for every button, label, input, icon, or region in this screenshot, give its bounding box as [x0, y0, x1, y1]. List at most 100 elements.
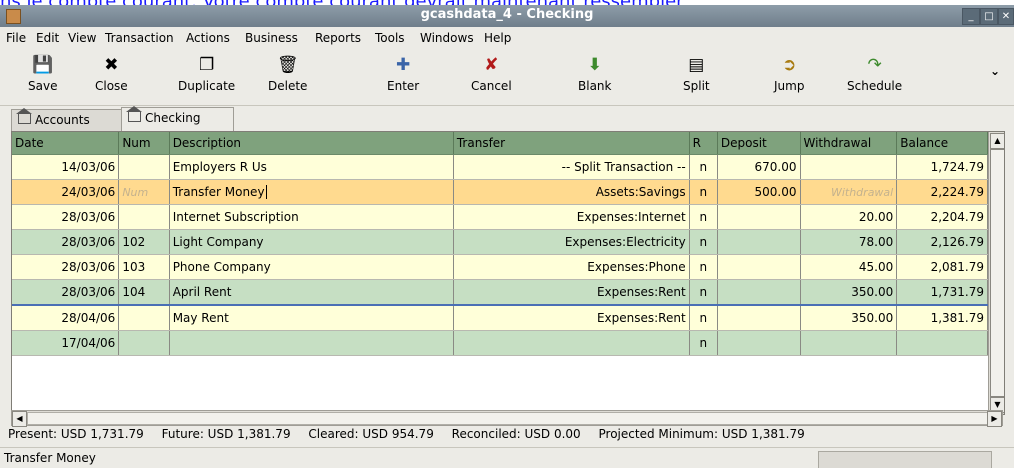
- table-row[interactable]: 28/03/06 102 Light Company Expenses:Elec…: [12, 229, 988, 255]
- hscroll-thumb[interactable]: [27, 412, 989, 425]
- menu-actions[interactable]: Actions: [186, 31, 230, 45]
- menu-reports[interactable]: Reports: [315, 31, 361, 45]
- menu-view[interactable]: View: [68, 31, 96, 45]
- cell-deposit[interactable]: [717, 330, 801, 356]
- save-button[interactable]: 💾 Save: [28, 54, 57, 93]
- cell-reconcile[interactable]: n: [689, 154, 718, 180]
- cell-withdrawal[interactable]: 350.00: [800, 279, 898, 306]
- cell-description[interactable]: Phone Company: [169, 254, 454, 280]
- cell-deposit[interactable]: 670.00: [717, 154, 801, 180]
- col-num[interactable]: Num: [118, 132, 170, 155]
- enter-button[interactable]: ✚ Enter: [387, 54, 419, 93]
- scroll-right-icon[interactable]: ▶: [987, 411, 1002, 427]
- cell-reconcile[interactable]: n: [689, 304, 718, 331]
- cell-reconcile[interactable]: n: [689, 204, 718, 230]
- col-description[interactable]: Description: [169, 132, 454, 155]
- split-button[interactable]: ▤ Split: [683, 54, 710, 93]
- cell-reconcile[interactable]: n: [689, 179, 718, 205]
- table-row[interactable]: 28/03/06 Internet Subscription Expenses:…: [12, 204, 988, 230]
- tab-checking[interactable]: Checking: [121, 106, 234, 132]
- cell-deposit[interactable]: [717, 279, 801, 306]
- cell-num[interactable]: [118, 204, 170, 230]
- transfer-input[interactable]: Assets:Savings: [453, 179, 690, 205]
- cell-date[interactable]: 24/03/06: [12, 179, 120, 205]
- cell-num[interactable]: [118, 154, 170, 180]
- cell-withdrawal[interactable]: 78.00: [800, 229, 898, 255]
- scroll-up-icon[interactable]: ▲: [990, 133, 1004, 149]
- scroll-left-icon[interactable]: ◀: [12, 411, 27, 427]
- horizontal-scrollbar[interactable]: ◀ ▶: [11, 410, 1003, 427]
- schedule-button[interactable]: ↷ Schedule: [847, 54, 902, 93]
- table-row-blank[interactable]: 17/04/06 n: [12, 330, 988, 356]
- menu-transaction[interactable]: Transaction: [105, 31, 174, 45]
- col-reconcile[interactable]: R: [689, 132, 718, 155]
- col-withdrawal[interactable]: Withdrawal: [800, 132, 898, 155]
- col-transfer[interactable]: Transfer: [453, 132, 690, 155]
- menu-file[interactable]: File: [6, 31, 26, 45]
- cell-deposit[interactable]: [717, 254, 801, 280]
- cell-reconcile[interactable]: n: [689, 229, 718, 255]
- minimize-button[interactable]: _: [962, 8, 980, 25]
- cell-transfer[interactable]: Expenses:Phone: [453, 254, 690, 280]
- cancel-button[interactable]: ✘ Cancel: [471, 54, 512, 93]
- cell-date[interactable]: 28/03/06: [12, 254, 120, 280]
- cell-transfer[interactable]: Expenses:Rent: [453, 279, 690, 306]
- table-row-selected[interactable]: 24/03/06 Num Transfer Money Assets:Savin…: [12, 179, 988, 205]
- description-input[interactable]: Transfer Money: [169, 179, 454, 205]
- table-row[interactable]: 28/03/06 103 Phone Company Expenses:Phon…: [12, 254, 988, 280]
- cell-transfer[interactable]: -- Split Transaction --: [453, 154, 690, 180]
- cell-description[interactable]: April Rent: [169, 279, 454, 306]
- cell-description[interactable]: [169, 330, 454, 356]
- cell-description[interactable]: Light Company: [169, 229, 454, 255]
- col-deposit[interactable]: Deposit: [717, 132, 801, 155]
- table-row[interactable]: 14/03/06 Employers R Us -- Split Transac…: [12, 154, 988, 180]
- cell-date[interactable]: 28/03/06: [12, 229, 120, 255]
- col-balance[interactable]: Balance: [896, 132, 988, 155]
- cell-deposit[interactable]: [717, 229, 801, 255]
- cell-withdrawal[interactable]: 45.00: [800, 254, 898, 280]
- num-input[interactable]: Num: [118, 179, 170, 205]
- cell-withdrawal[interactable]: 20.00: [800, 204, 898, 230]
- cell-transfer[interactable]: Expenses:Electricity: [453, 229, 690, 255]
- cell-withdrawal[interactable]: [800, 330, 898, 356]
- cell-transfer[interactable]: Expenses:Internet: [453, 204, 690, 230]
- maximize-button[interactable]: □: [980, 8, 998, 25]
- tab-accounts[interactable]: Accounts: [11, 108, 123, 131]
- cell-reconcile[interactable]: n: [689, 330, 718, 356]
- cell-transfer[interactable]: [453, 330, 690, 356]
- delete-button[interactable]: 🗑 Delete: [268, 54, 307, 93]
- cell-transfer[interactable]: Expenses:Rent: [453, 304, 690, 331]
- cell-withdrawal[interactable]: [800, 154, 898, 180]
- menu-help[interactable]: Help: [484, 31, 511, 45]
- menu-business[interactable]: Business: [245, 31, 298, 45]
- cell-reconcile[interactable]: n: [689, 279, 718, 306]
- close-window-button[interactable]: ✕: [998, 8, 1014, 25]
- deposit-input[interactable]: 500.00: [717, 179, 801, 205]
- cell-num[interactable]: 103: [118, 254, 170, 280]
- cell-description[interactable]: Employers R Us: [169, 154, 454, 180]
- cell-date[interactable]: 28/03/06: [12, 204, 120, 230]
- table-row[interactable]: 28/03/06 104 April Rent Expenses:Rent n …: [12, 279, 988, 306]
- vertical-scrollbar[interactable]: ▲ ▼: [988, 132, 1004, 414]
- cell-num[interactable]: 104: [118, 279, 170, 306]
- cell-deposit[interactable]: [717, 204, 801, 230]
- duplicate-button[interactable]: ❐ Duplicate: [178, 54, 235, 93]
- title-bar[interactable]: gcashdata_4 - Checking _ □ ✕: [0, 5, 1014, 27]
- cell-deposit[interactable]: [717, 304, 801, 331]
- menu-windows[interactable]: Windows: [420, 31, 474, 45]
- table-row[interactable]: 28/04/06 May Rent Expenses:Rent n 350.00…: [12, 304, 988, 331]
- cell-num[interactable]: 102: [118, 229, 170, 255]
- cell-date[interactable]: 14/03/06: [12, 154, 120, 180]
- cell-description[interactable]: Internet Subscription: [169, 204, 454, 230]
- col-date[interactable]: Date: [12, 132, 120, 155]
- cell-date[interactable]: 17/04/06: [12, 330, 120, 356]
- cell-reconcile[interactable]: n: [689, 254, 718, 280]
- jump-button[interactable]: ➲ Jump: [774, 54, 804, 93]
- cell-date[interactable]: 28/03/06: [12, 279, 120, 306]
- cell-num[interactable]: [118, 304, 170, 331]
- cell-description[interactable]: May Rent: [169, 304, 454, 331]
- blank-button[interactable]: ⬇ Blank: [578, 54, 611, 93]
- cell-num[interactable]: [118, 330, 170, 356]
- cell-date[interactable]: 28/04/06: [12, 304, 120, 331]
- toolbar-overflow-chevron-icon[interactable]: ⌄: [990, 64, 1000, 78]
